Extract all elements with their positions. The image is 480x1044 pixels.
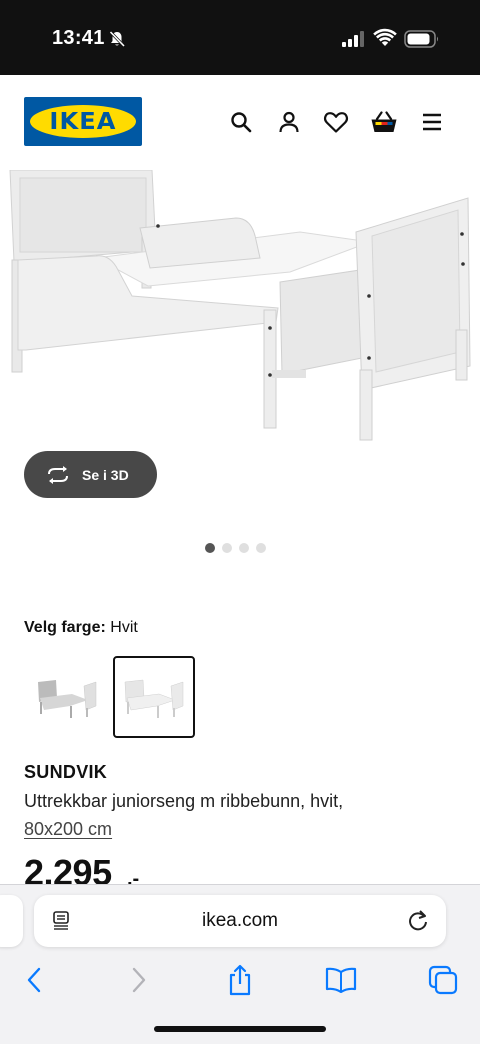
product-description: Uttrekkbar juniorseng m ribbebunn, hvit, bbox=[24, 791, 344, 811]
rotate-3d-icon bbox=[48, 465, 68, 484]
tabs-icon bbox=[428, 965, 458, 995]
gallery-dot[interactable] bbox=[239, 543, 249, 553]
user-icon[interactable] bbox=[275, 108, 303, 136]
view-3d-label: Se i 3D bbox=[82, 466, 129, 483]
menu-icon[interactable] bbox=[418, 108, 446, 136]
previous-tab-preview[interactable] bbox=[0, 895, 23, 947]
signal-icon bbox=[342, 31, 364, 47]
heart-icon[interactable] bbox=[322, 108, 350, 136]
address-bar[interactable]: ikea.com bbox=[34, 895, 446, 947]
share-button[interactable] bbox=[222, 963, 258, 997]
logo-text: IKEA bbox=[49, 108, 117, 135]
product-image[interactable] bbox=[0, 170, 480, 460]
view-3d-button[interactable]: Se i 3D bbox=[24, 451, 157, 498]
color-select-label: Velg farge: Hvit bbox=[24, 619, 138, 637]
battery-icon bbox=[404, 30, 438, 48]
status-time: 13:41 bbox=[52, 27, 105, 49]
forward-button[interactable] bbox=[121, 963, 157, 997]
back-button[interactable] bbox=[16, 963, 52, 997]
bell-off-icon bbox=[109, 30, 126, 48]
book-icon bbox=[325, 967, 357, 993]
swatch-grey-variant[interactable] bbox=[24, 656, 106, 738]
chevron-left-icon bbox=[27, 967, 41, 993]
gallery-dot[interactable] bbox=[222, 543, 232, 553]
swatch-white-variant[interactable] bbox=[113, 656, 195, 738]
gallery-pagination bbox=[205, 543, 266, 553]
gallery-dot[interactable] bbox=[205, 543, 215, 553]
tabs-button[interactable] bbox=[425, 963, 461, 997]
color-label-text: Velg farge: bbox=[24, 619, 106, 636]
basket-icon[interactable] bbox=[370, 108, 398, 136]
color-value: Hvit bbox=[110, 619, 138, 636]
bookmarks-button[interactable] bbox=[323, 963, 359, 997]
url-text: ikea.com bbox=[201, 910, 279, 931]
share-icon bbox=[229, 964, 251, 996]
gallery-dot[interactable] bbox=[256, 543, 266, 553]
search-icon[interactable] bbox=[227, 108, 255, 136]
home-indicator bbox=[154, 1026, 326, 1032]
ikea-logo[interactable]: IKEA bbox=[24, 97, 142, 146]
product-name: SUNDVIK bbox=[24, 762, 108, 782]
chevron-right-icon bbox=[132, 967, 146, 993]
wifi-icon bbox=[373, 28, 397, 46]
site-header: IKEA bbox=[0, 75, 480, 170]
browser-toolbar: ikea.com bbox=[0, 884, 480, 1044]
product-size-link[interactable]: 80x200 cm bbox=[24, 819, 112, 840]
status-bar: 13:41 bbox=[0, 0, 480, 75]
reload-icon[interactable] bbox=[407, 909, 429, 933]
